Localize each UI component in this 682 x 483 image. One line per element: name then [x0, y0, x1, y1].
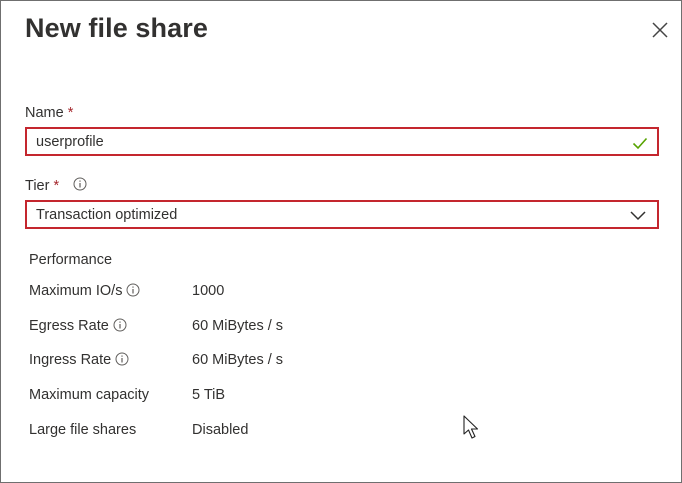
tier-label: Tier * [25, 177, 87, 195]
name-label-text: Name [25, 105, 64, 121]
tier-dropdown-value: Transaction optimized [36, 207, 178, 223]
row-value: 1000 [192, 283, 225, 299]
row-label-text: Ingress Rate [29, 352, 112, 368]
info-icon[interactable] [73, 177, 87, 195]
row-label: Egress Rate [29, 318, 127, 334]
row-label: Maximum IO/s [29, 283, 140, 299]
new-file-share-dialog: New file share Name * userprofile Tier * T… [0, 0, 682, 483]
mouse-pointer-icon [463, 415, 481, 446]
name-input[interactable]: userprofile [25, 127, 659, 156]
row-label: Maximum capacity [29, 387, 150, 403]
name-input-value: userprofile [36, 134, 104, 150]
row-value: 60 MiBytes / s [192, 352, 284, 368]
close-icon[interactable] [646, 16, 674, 44]
row-label-text: Maximum IO/s [29, 283, 123, 299]
row-value: 60 MiBytes / s [192, 318, 284, 334]
required-asterisk: * [67, 105, 74, 121]
row-label: Large file shares [29, 422, 137, 438]
row-value: Disabled [192, 422, 249, 438]
dialog-title: New file share [25, 13, 208, 43]
info-icon[interactable] [113, 318, 127, 332]
required-asterisk: * [53, 177, 60, 194]
tier-dropdown[interactable]: Transaction optimized [25, 200, 659, 229]
performance-heading: Performance [29, 252, 113, 268]
info-icon[interactable] [115, 352, 129, 366]
row-label: Ingress Rate [29, 352, 129, 368]
checkmark-icon [631, 134, 649, 157]
name-label: Name * [25, 105, 73, 121]
tier-label-text: Tier [25, 177, 50, 194]
row-value: 5 TiB [192, 387, 226, 403]
chevron-down-icon [629, 208, 647, 229]
info-icon[interactable] [126, 283, 140, 297]
row-label-text: Egress Rate [29, 318, 109, 334]
